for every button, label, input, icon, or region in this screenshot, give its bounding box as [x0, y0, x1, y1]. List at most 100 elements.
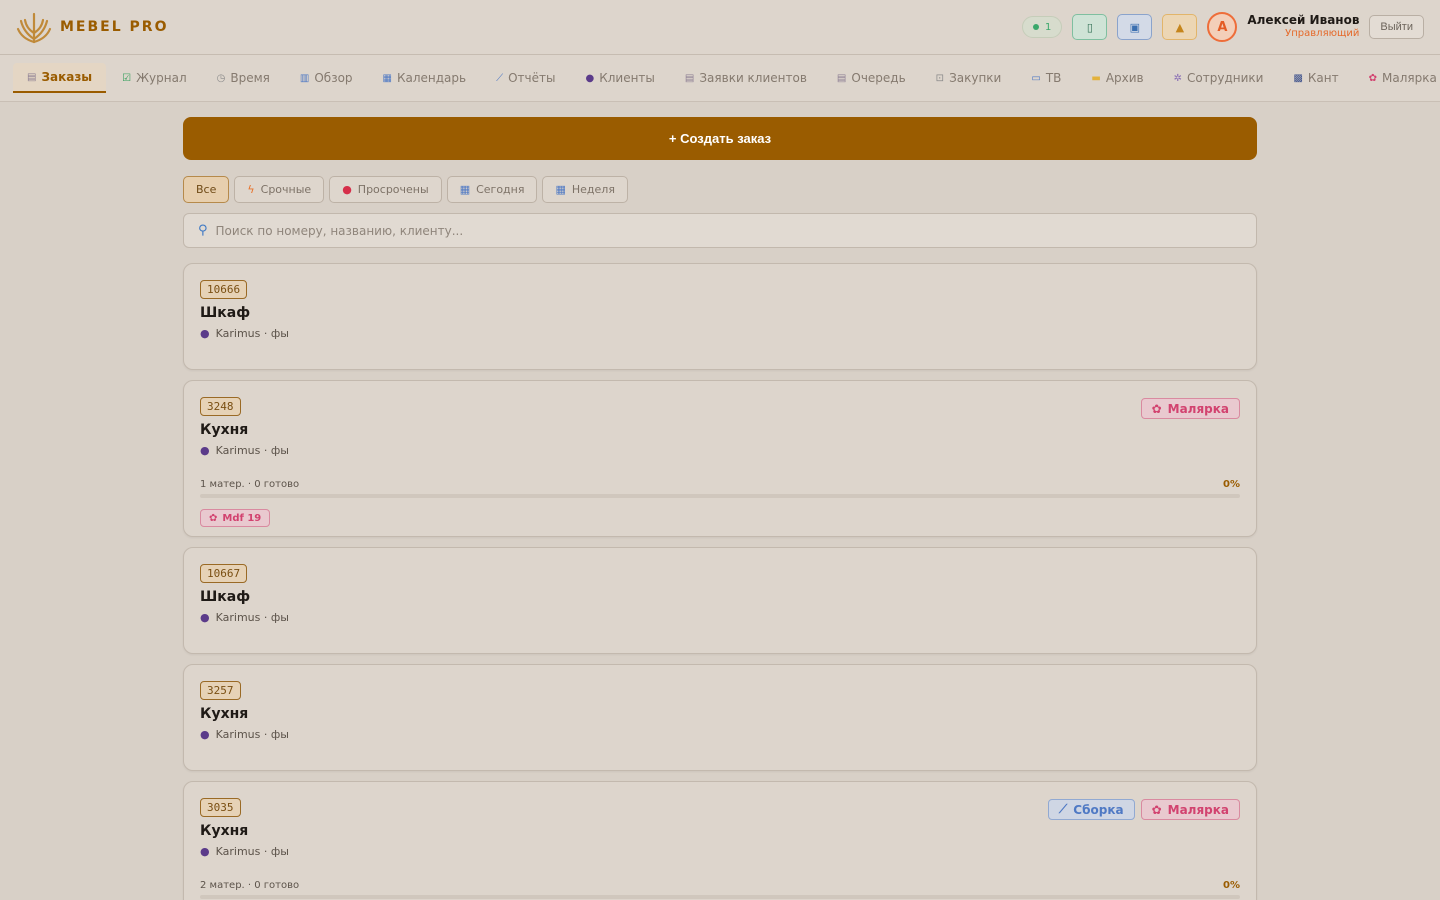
person-icon: ● [200, 845, 210, 858]
folder-icon: ▬ [1091, 72, 1101, 84]
tab-employees[interactable]: ✲ Сотрудники [1160, 63, 1278, 93]
order-card[interactable]: 10666 Шкаф ● Karimus · фы [183, 263, 1257, 370]
tab-clients[interactable]: ● Клиенты [571, 63, 668, 93]
orders-page: + Создать заказ Все ϟ Срочные ● Просроче… [183, 117, 1257, 900]
tab-reports[interactable]: ⟋ Отчёты [482, 63, 569, 93]
user-info: Алексей Иванов Управляющий [1247, 13, 1360, 40]
progress-bar [200, 895, 1240, 899]
tab-queue[interactable]: ▤ Очередь [823, 63, 920, 93]
tab-calendar[interactable]: ▦ Календарь [369, 63, 481, 93]
progress-row: 2 матер. · 0 готово 0% [200, 880, 1240, 891]
person-icon: ● [200, 611, 210, 624]
people-icon: ● [585, 72, 595, 84]
user-name: Алексей Иванов [1247, 13, 1360, 28]
order-tags: ✿ Малярка [1140, 398, 1240, 419]
order-client: ● Karimus · фы [200, 611, 289, 624]
paint-icon: ✿ [1368, 72, 1378, 84]
order-number: 10667 [200, 564, 248, 583]
calendar-icon: ▦ [459, 183, 471, 196]
progress-percent: 0% [1223, 479, 1240, 490]
order-title: Кухня [200, 823, 249, 839]
tv-icon: ▭ [1031, 72, 1041, 84]
order-title: Шкаф [200, 589, 251, 605]
line-chart-icon: ⟋ [496, 72, 504, 84]
film-icon: ▩ [1293, 72, 1303, 84]
tab-tv[interactable]: ▭ ТВ [1017, 63, 1075, 93]
order-card[interactable]: 3257 Кухня ● Karimus · фы [183, 664, 1257, 771]
filter-bar: Все ϟ Срочные ● Просрочены ▦ Сегодня ▦ Н… [183, 176, 1257, 203]
order-client: ● Karimus · фы [200, 845, 289, 858]
search-input[interactable] [215, 223, 1242, 238]
gear-icon: ✲ [1173, 72, 1183, 84]
order-number: 10666 [200, 280, 248, 299]
user-role: Управляющий [1285, 28, 1360, 40]
calendar-icon: ▦ [555, 183, 566, 196]
online-indicator[interactable]: 1 [1021, 16, 1063, 38]
monitor-icon: ▣ [1129, 20, 1141, 34]
filter-overdue[interactable]: ● Просрочены [329, 176, 442, 203]
mobile-button[interactable]: ▯ [1072, 14, 1108, 40]
person-icon: ● [200, 444, 210, 457]
order-tags: ⟋ Сборка ✿ Малярка [1047, 799, 1240, 820]
stopwatch-icon: ◷ [216, 72, 226, 84]
paint-icon: ✿ [1151, 401, 1162, 416]
order-number: 3248 [200, 397, 241, 416]
tab-orders[interactable]: ▤ Заказы [13, 63, 107, 93]
stage-tag-painting[interactable]: ✿ Малярка [1140, 799, 1240, 820]
tab-journal[interactable]: ☑ Журнал [108, 63, 200, 93]
order-card[interactable]: ⟋ Сборка ✿ Малярка 3035 Кухня ● Karimus … [183, 781, 1257, 900]
paint-icon: ✿ [1151, 802, 1162, 817]
progress-percent: 0% [1223, 880, 1240, 891]
create-order-button[interactable]: + Создать заказ [183, 117, 1257, 160]
order-card[interactable]: ✿ Малярка 3248 Кухня ● Karimus · фы 1 ма… [183, 380, 1257, 537]
paint-icon: ✿ [209, 512, 218, 524]
progress-text: 1 матер. · 0 готово [200, 479, 300, 490]
order-title: Шкаф [200, 305, 251, 321]
filter-all[interactable]: Все [183, 176, 230, 203]
clipboard-icon: ▤ [836, 72, 847, 84]
search-box[interactable]: ⚲ [183, 213, 1257, 248]
tab-client-requests[interactable]: ▤ Заявки клиентов [671, 63, 821, 93]
tab-edge[interactable]: ▩ Кант [1279, 63, 1352, 93]
order-title: Кухня [200, 422, 249, 438]
clipboard-icon: ▤ [27, 71, 37, 83]
cart-icon: ⊡ [935, 72, 945, 84]
screen-button[interactable]: ▣ [1117, 14, 1153, 40]
bar-chart-icon: ▥ [299, 72, 310, 84]
main-nav: ▤ Заказы ☑ Журнал ◷ Время ▥ Обзор ▦ Кале… [0, 55, 1440, 102]
progress-bar [200, 494, 1240, 498]
notifications-button[interactable]: ▲ [1162, 14, 1198, 40]
tab-painting[interactable]: ✿ Малярка [1355, 63, 1440, 93]
tab-archive[interactable]: ▬ Архив [1077, 63, 1157, 93]
tab-purchases[interactable]: ⊡ Закупки [922, 63, 1016, 93]
wrench-icon: ⟋ [1058, 802, 1068, 816]
avatar[interactable]: А [1207, 12, 1238, 42]
stage-tag-assembly[interactable]: ⟋ Сборка [1047, 799, 1135, 820]
brand-name: MEBEL PRO [60, 19, 169, 35]
top-bar: MEBEL PRO 1 ▯ ▣ ▲ А Алексей Иванов Управ… [0, 0, 1440, 55]
material-chip[interactable]: ✿ Mdf 19 [200, 509, 271, 527]
phone-icon: ▯ [1086, 20, 1093, 34]
logout-button[interactable]: Выйти [1369, 15, 1424, 39]
checkbox-icon: ☑ [122, 72, 132, 84]
order-title: Кухня [200, 706, 249, 722]
brand[interactable]: MEBEL PRO [16, 9, 168, 45]
progress-text: 2 матер. · 0 готово [200, 880, 300, 891]
stage-tag-painting[interactable]: ✿ Малярка [1140, 398, 1240, 419]
online-dot-icon [1032, 24, 1039, 30]
filter-week[interactable]: ▦ Неделя [542, 176, 628, 203]
tab-overview[interactable]: ▥ Обзор [286, 63, 367, 93]
order-number: 3035 [200, 798, 241, 817]
filter-today[interactable]: ▦ Сегодня [446, 176, 538, 203]
person-icon: ● [200, 327, 210, 340]
search-icon: ⚲ [198, 223, 208, 238]
clipboard-icon: ▤ [684, 72, 695, 84]
progress-row: 1 матер. · 0 готово 0% [200, 479, 1240, 490]
order-card[interactable]: 10667 Шкаф ● Karimus · фы [183, 547, 1257, 654]
calendar-icon: ▦ [382, 72, 392, 84]
filter-urgent[interactable]: ϟ Срочные [234, 176, 325, 203]
order-client: ● Karimus · фы [200, 327, 289, 340]
lightning-icon: ϟ [247, 183, 255, 196]
tab-time[interactable]: ◷ Время [203, 63, 284, 93]
bell-icon: ▲ [1175, 20, 1185, 34]
